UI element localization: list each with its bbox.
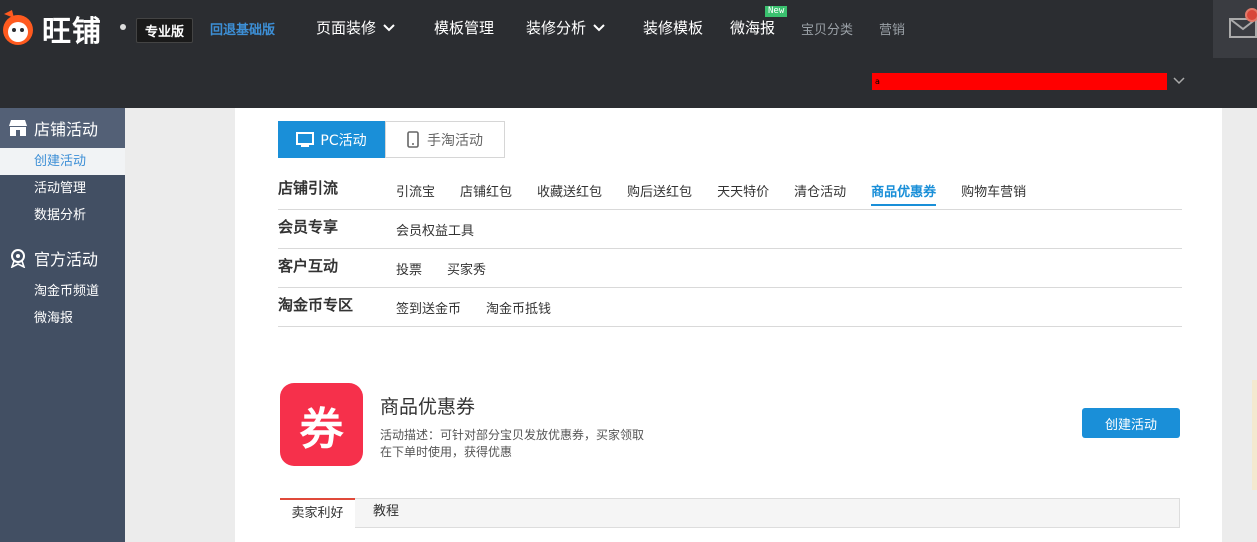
logo-text[interactable]: 旺铺 <box>42 8 102 50</box>
logo-mascot-icon <box>3 10 33 45</box>
sidebar-section-label: 店铺活动 <box>34 120 99 139</box>
sidebar-section-official-activity[interactable]: 官方活动 <box>0 238 125 278</box>
link-cart-marketing[interactable]: 购物车营销 <box>961 181 1026 206</box>
nav-label: 装修模板 <box>643 19 704 37</box>
chevron-down-icon <box>593 23 605 31</box>
logo-dot <box>120 24 126 30</box>
link-checkin-coins[interactable]: 签到送金币 <box>396 298 461 321</box>
link-buyer-show[interactable]: 买家秀 <box>447 259 486 282</box>
nav-item-category[interactable]: 宝贝分类 <box>801 19 853 38</box>
category-links: 签到送金币 淘金币抵钱 <box>396 298 551 321</box>
coupon-icon: 券 <box>280 383 363 466</box>
sidebar-item-create-activity[interactable]: 创建活动 <box>0 148 125 175</box>
top-bar: 旺铺 专业版 回退基础版 页面装修 模板管理 装修分析 装修模板 微海报 New… <box>0 0 1257 108</box>
main-panel: PC活动 手淘活动 店铺引流 引流宝 店铺红包 收藏送红包 购后送红包 天天特价… <box>235 108 1222 542</box>
description-line: 在下单时使用，获得优惠 <box>380 445 513 459</box>
link-coins-deduct[interactable]: 淘金币抵钱 <box>486 298 551 321</box>
location-badge-icon <box>10 249 26 268</box>
activity-description: 活动描述：可针对部分宝贝发放优惠券，买家领取 在下单时使用，获得优惠 <box>380 427 660 461</box>
category-links: 投票 买家秀 <box>396 259 486 282</box>
nav-label: 微海报 <box>730 19 776 37</box>
sidebar-item-data-analysis[interactable]: 数据分析 <box>0 202 125 229</box>
nav-label: 宝贝分类 <box>801 23 854 38</box>
detail-tabs: 卖家利好 教程 <box>280 498 1180 528</box>
sidebar-item-micro-poster[interactable]: 微海报 <box>0 305 125 332</box>
category-title: 会员专享 <box>278 218 339 236</box>
tab-seller-benefits[interactable]: 卖家利好 <box>280 498 355 528</box>
link-vote[interactable]: 投票 <box>396 259 422 282</box>
sidebar-section-store-activity[interactable]: 店铺活动 <box>0 108 125 148</box>
nav-decoration-template[interactable]: 装修模板 <box>643 17 703 38</box>
category-row-member: 会员专享 会员权益工具 <box>278 210 1182 249</box>
nav-page-decoration[interactable]: 页面装修 <box>316 17 396 38</box>
link-yinliubao[interactable]: 引流宝 <box>396 181 435 206</box>
edition-badge: 专业版 <box>136 18 194 43</box>
chevron-down-icon <box>383 23 395 31</box>
nav-label: 页面装修 <box>316 19 377 37</box>
nav-label: 模板管理 <box>434 19 495 37</box>
category-row-traffic: 店铺引流 引流宝 店铺红包 收藏送红包 购后送红包 天天特价 清仓活动 商品优惠… <box>278 171 1182 210</box>
link-favorite-redpacket[interactable]: 收藏送红包 <box>537 181 602 206</box>
category-title: 淘金币专区 <box>278 296 354 314</box>
link-product-coupon[interactable]: 商品优惠券 <box>871 181 937 206</box>
link-clearance[interactable]: 清仓活动 <box>794 181 846 206</box>
new-badge: New <box>765 6 788 17</box>
nav-label: 营销 <box>879 23 906 38</box>
link-store-redpacket[interactable]: 店铺红包 <box>460 181 512 206</box>
sidebar-item-taojinbi-channel[interactable]: 淘金币频道 <box>0 278 125 305</box>
chevron-down-icon[interactable] <box>1172 74 1186 88</box>
create-activity-button[interactable]: 创建活动 <box>1082 408 1180 438</box>
tab-mobile-activity[interactable]: 手淘活动 <box>385 121 505 158</box>
category-links: 会员权益工具 <box>396 220 474 243</box>
shop-selector[interactable]: a <box>872 73 1167 90</box>
link-daily-special[interactable]: 天天特价 <box>717 181 769 206</box>
sidebar-item-activity-manage[interactable]: 活动管理 <box>0 175 125 202</box>
activity-title: 商品优惠券 <box>380 396 476 418</box>
category-row-interaction: 客户互动 投票 买家秀 <box>278 249 1182 288</box>
description-line: 活动描述：可针对部分宝贝发放优惠券，买家领取 <box>380 428 645 442</box>
link-member-rights[interactable]: 会员权益工具 <box>396 220 474 243</box>
downgrade-link[interactable]: 回退基础版 <box>210 19 275 38</box>
category-title: 客户互动 <box>278 257 339 275</box>
notification-dot <box>1245 8 1257 22</box>
category-row-taojinbi: 淘金币专区 签到送金币 淘金币抵钱 <box>278 288 1182 327</box>
monitor-icon <box>296 131 315 147</box>
category-title: 店铺引流 <box>278 179 339 197</box>
nav-marketing[interactable]: 营销 <box>879 19 905 38</box>
nav-template-manage[interactable]: 模板管理 <box>434 17 494 38</box>
nav-label: 装修分析 <box>526 19 587 37</box>
sidebar-section-label: 官方活动 <box>34 250 99 269</box>
tab-label: 手淘活动 <box>427 132 483 149</box>
store-icon <box>9 120 27 136</box>
tab-pc-activity[interactable]: PC活动 <box>278 121 385 158</box>
phone-icon <box>407 131 419 148</box>
category-links: 引流宝 店铺红包 收藏送红包 购后送红包 天天特价 清仓活动 商品优惠券 购物车… <box>396 181 1026 206</box>
nav-decoration-analysis[interactable]: 装修分析 <box>526 17 606 38</box>
sidebar: 店铺活动 创建活动 活动管理 数据分析 官方活动 淘金币频道 微海报 <box>0 108 125 542</box>
tab-label: PC活动 <box>320 132 367 149</box>
tab-tutorial[interactable]: 教程 <box>356 498 416 528</box>
nav-micro-poster[interactable]: 微海报 <box>730 17 775 38</box>
link-after-purchase-redpacket[interactable]: 购后送红包 <box>627 181 692 206</box>
side-float-tab[interactable] <box>1252 380 1257 490</box>
